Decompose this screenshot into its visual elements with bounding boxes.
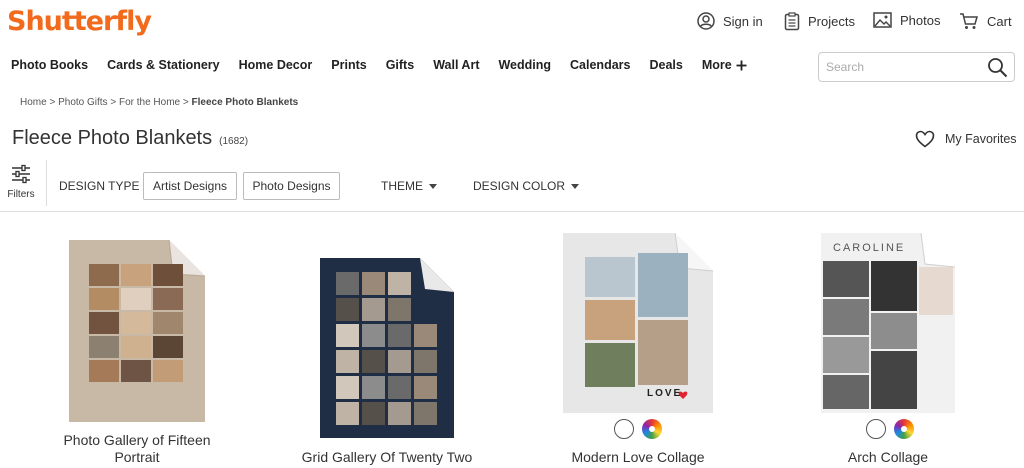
nav-cards-stationery[interactable]: Cards & Stationery [107,58,220,72]
swatch-white[interactable] [866,419,886,439]
swatch-white[interactable] [614,419,634,439]
breadcrumb-current: Fleece Photo Blankets [191,97,299,108]
product-name-line1: Photo Gallery of Fifteen [63,432,211,448]
my-favorites-label: My Favorites [945,132,1017,146]
clipboard-icon [784,12,800,31]
design-color-dropdown[interactable]: DESIGN COLOR [473,179,580,193]
photos-label: Photos [900,12,941,28]
photo-tile [388,298,411,321]
nav-deals[interactable]: Deals [649,58,682,72]
photo-tile [336,298,359,321]
caret-down-icon [571,183,580,189]
nav-more[interactable]: More [702,58,747,72]
design-color-label: DESIGN COLOR [473,179,566,193]
color-swatches [614,419,662,439]
photo-tile [362,272,385,295]
caret-down-icon [429,183,437,189]
page-title: Fleece Photo Blankets [12,127,213,149]
product-name[interactable]: Modern Love Collage [510,449,766,466]
photo-tile [414,402,437,425]
search-icon[interactable] [987,57,1008,78]
nav-home-decor[interactable]: Home Decor [239,58,313,72]
photo-tile [362,298,385,321]
filter-divider [46,160,47,206]
filters-button[interactable]: Filters [5,164,37,200]
nav-gifts[interactable]: Gifts [386,58,414,72]
nav-wedding[interactable]: Wedding [498,58,551,72]
product-image-blanket-beige[interactable] [69,239,206,422]
product-image-blanket-light[interactable]: LOVE [563,232,714,413]
sign-in-label: Sign in [723,13,763,29]
projects-link[interactable]: Projects [784,12,855,31]
user-icon [697,12,715,30]
photo-tile [388,402,411,425]
swatch-multicolor[interactable] [894,419,914,439]
photo-tile [388,376,411,399]
main-nav: Photo Books Cards & Stationery Home Deco… [11,58,766,72]
photo-tile [336,350,359,373]
design-type-label: DESIGN TYPE [59,179,140,193]
shutterfly-logo[interactable]: Shutterfly [7,6,152,37]
photo-tile [388,272,411,295]
photo-tile [336,376,359,399]
theme-label: THEME [381,179,423,193]
caroline-overlay-text: CAROLINE [833,242,906,254]
sliders-icon [12,164,30,184]
product-name[interactable]: Grid Gallery Of Twenty Two [259,449,515,466]
breadcrumb-for-the-home[interactable]: For the Home [119,97,180,108]
filter-bar-divider [0,211,1024,212]
product-name[interactable]: Arch Collage [760,449,1016,466]
photo-tile [336,324,359,347]
color-swatches [866,419,914,439]
photo-tile [336,272,359,295]
photo-tile [414,324,437,347]
theme-dropdown[interactable]: THEME [381,179,437,193]
nav-photo-books[interactable]: Photo Books [11,58,88,72]
product-name[interactable]: Photo Gallery of Fifteen Portrait [9,432,265,466]
breadcrumb: Home > Photo Gifts > For the Home > Flee… [20,97,299,108]
photo-tile [362,402,385,425]
photo-tile [362,376,385,399]
photos-link[interactable]: Photos [873,12,940,28]
product-image-blanket-bw[interactable]: CAROLINE [821,232,956,413]
nav-wall-art[interactable]: Wall Art [433,58,479,72]
search-box [818,52,1015,82]
photo-tile [362,350,385,373]
artist-designs-chip[interactable]: Artist Designs [143,172,237,200]
photo-tile [362,324,385,347]
my-favorites-link[interactable]: My Favorites [915,130,1017,148]
search-input[interactable] [819,60,979,74]
cart-link[interactable]: Cart [959,12,1012,30]
love-overlay-text: LOVE [647,388,683,399]
photo-tile [336,402,359,425]
photo-tile [388,324,411,347]
photo-tile [388,350,411,373]
result-count: (1682) [219,136,249,147]
breadcrumb-home[interactable]: Home [20,97,47,108]
heart-icon [915,130,935,148]
projects-label: Projects [808,14,855,29]
product-image-blanket-navy[interactable] [320,258,454,438]
filters-label: Filters [7,189,35,200]
plus-icon [736,60,747,70]
nav-prints[interactable]: Prints [331,58,366,72]
photo-designs-chip[interactable]: Photo Designs [243,172,340,200]
product-name-line2: Portrait [114,449,160,465]
sign-in-link[interactable]: Sign in [697,12,763,30]
breadcrumb-photo-gifts[interactable]: Photo Gifts [58,97,107,108]
photo-tile [414,376,437,399]
nav-more-label: More [701,58,732,72]
cart-label: Cart [987,13,1012,29]
photo-tile [414,350,437,373]
swatch-multicolor[interactable] [642,419,662,439]
nav-calendars[interactable]: Calendars [570,58,630,72]
cart-icon [960,13,978,29]
photo-icon [873,12,892,28]
